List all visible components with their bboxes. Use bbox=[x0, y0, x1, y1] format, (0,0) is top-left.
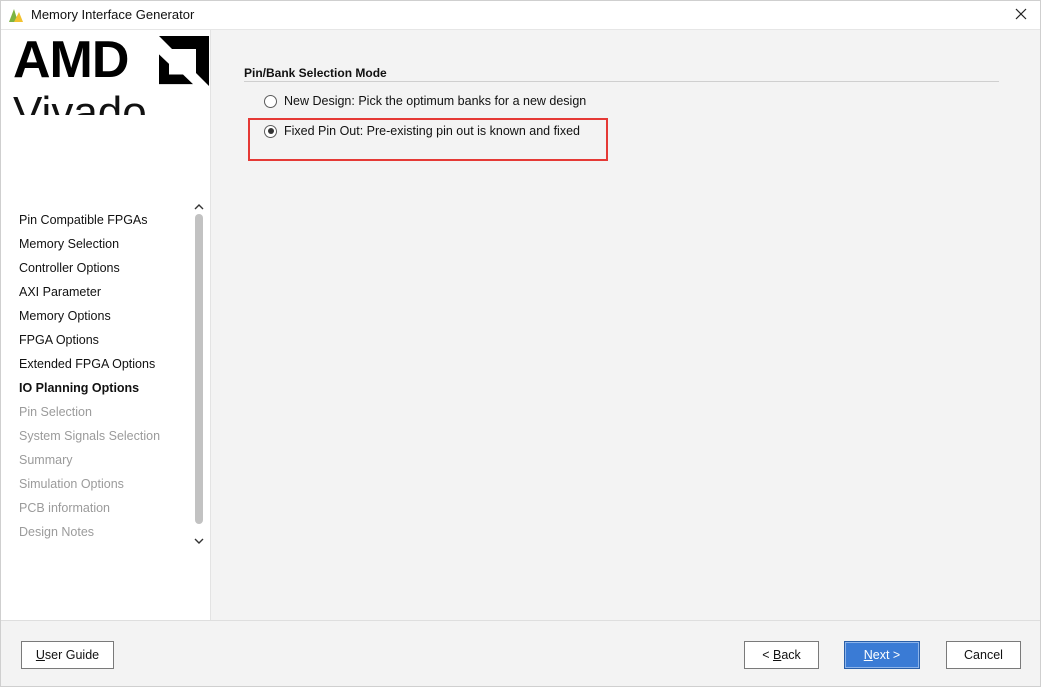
mnemonic: B bbox=[772, 648, 782, 662]
wizard-sidebar: AMD Vivado Pin Compatible FPGAs Memory Se… bbox=[1, 30, 211, 620]
sidebar-step-pin-selection: Pin Selection bbox=[19, 405, 92, 419]
logo-product-text: Vivado bbox=[13, 88, 147, 115]
close-icon bbox=[1015, 8, 1027, 20]
close-button[interactable] bbox=[1008, 3, 1034, 25]
cancel-button[interactable]: Cancel bbox=[946, 641, 1021, 669]
sidebar-step-axi-parameter[interactable]: AXI Parameter bbox=[19, 280, 191, 304]
button-prefix: < bbox=[762, 648, 773, 662]
sidebar-step-extended-fpga-options[interactable]: Extended FPGA Options bbox=[19, 352, 191, 376]
sidebar-step-memory-options[interactable]: Memory Options bbox=[19, 304, 191, 328]
sidebar-step-pin-compatible-fpgas[interactable]: Pin Compatible FPGAs bbox=[19, 208, 191, 232]
user-guide-button[interactable]: User Guide bbox=[21, 641, 114, 669]
button-label: ext > bbox=[872, 648, 901, 662]
mig-wizard-window: Memory Interface Generator AMD Vivado Pi… bbox=[0, 0, 1041, 687]
back-button[interactable]: < Back bbox=[744, 641, 819, 669]
title-bar: Memory Interface Generator bbox=[1, 1, 1040, 30]
amd-arrow-logo-icon bbox=[159, 36, 209, 86]
chevron-down-icon bbox=[194, 538, 204, 544]
scroll-down-button[interactable] bbox=[192, 534, 206, 548]
radio-option-fixed-pin-out[interactable]: Fixed Pin Out: Pre-existing pin out is k… bbox=[264, 124, 580, 138]
radio-label: New Design: Pick the optimum banks for a… bbox=[284, 94, 587, 108]
scrollbar-thumb[interactable] bbox=[195, 214, 203, 524]
section-divider bbox=[244, 81, 999, 82]
chevron-up-icon bbox=[194, 204, 204, 210]
sidebar-step-summary: Summary bbox=[19, 453, 73, 467]
sidebar-step-design-notes: Design Notes bbox=[19, 525, 95, 539]
section-title: Pin/Bank Selection Mode bbox=[244, 66, 387, 80]
logo-brand-text: AMD bbox=[13, 31, 129, 89]
mnemonic: U bbox=[35, 648, 45, 662]
radio-button[interactable] bbox=[264, 94, 277, 108]
amd-vivado-logo: AMD Vivado bbox=[1, 30, 210, 115]
sidebar-step-io-planning-options[interactable]: IO Planning Options bbox=[19, 376, 191, 400]
button-label: ser Guide bbox=[44, 648, 100, 662]
main-content: Pin/Bank Selection Mode New Design: Pick… bbox=[211, 30, 1040, 620]
sidebar-step-pcb-information: PCB information bbox=[19, 501, 111, 515]
sidebar-step-simulation-options: Simulation Options bbox=[19, 477, 124, 491]
sidebar-step-system-signals-selection: System Signals Selection bbox=[19, 429, 161, 443]
radio-button[interactable] bbox=[264, 124, 277, 138]
steps-scrollbar[interactable] bbox=[192, 200, 206, 548]
sidebar-step-fpga-options[interactable]: FPGA Options bbox=[19, 328, 191, 352]
radio-option-new-design[interactable]: New Design: Pick the optimum banks for a… bbox=[264, 94, 586, 108]
sidebar-step-controller-options[interactable]: Controller Options bbox=[19, 256, 191, 280]
window-title: Memory Interface Generator bbox=[31, 7, 195, 22]
scroll-up-button[interactable] bbox=[192, 200, 206, 214]
mnemonic: N bbox=[863, 648, 873, 662]
radio-label: Fixed Pin Out: Pre-existing pin out is k… bbox=[284, 124, 580, 138]
button-label: ack bbox=[781, 648, 801, 662]
sidebar-step-memory-selection[interactable]: Memory Selection bbox=[19, 232, 191, 256]
next-button[interactable]: Next > bbox=[844, 641, 920, 669]
vivado-app-icon bbox=[9, 9, 23, 22]
wizard-steps-list: Pin Compatible FPGAs Memory Selection Cont… bbox=[19, 208, 191, 544]
wizard-footer: User Guide < Back Next > Cancel bbox=[1, 620, 1040, 686]
